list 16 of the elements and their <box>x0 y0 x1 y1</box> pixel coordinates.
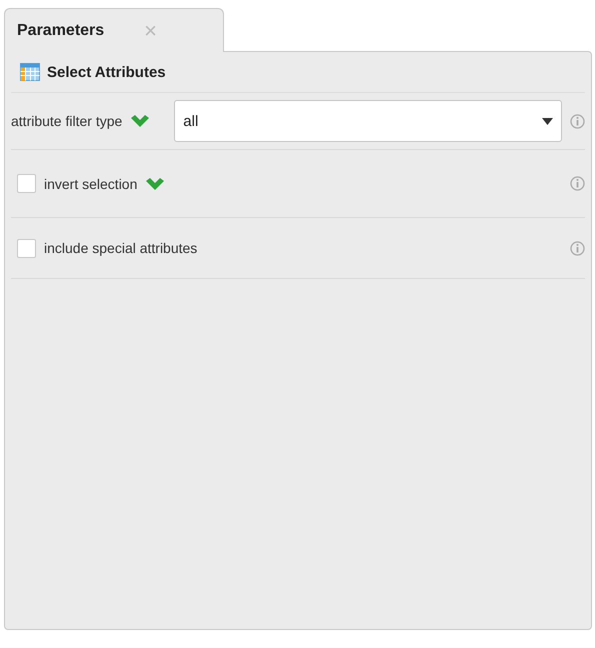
chevron-down-icon[interactable] <box>145 176 166 190</box>
checkbox-label: include special attributes <box>44 240 198 256</box>
section-title: Select Attributes <box>47 64 166 80</box>
parameter-label: attribute filter type <box>11 113 122 129</box>
checkbox-label: invert selection <box>44 176 138 192</box>
filter-type-dropdown[interactable]: all <box>174 100 562 142</box>
dropdown-caret-icon <box>542 118 553 124</box>
table-icon <box>20 63 40 81</box>
info-icon[interactable] <box>570 176 585 191</box>
parameters-tab[interactable]: Parameters × <box>4 8 224 52</box>
tab-label: Parameters <box>17 22 104 40</box>
chevron-down-icon[interactable] <box>130 114 150 128</box>
info-icon[interactable] <box>570 114 585 128</box>
checkbox[interactable] <box>17 174 36 193</box>
checkbox[interactable] <box>17 238 36 258</box>
info-icon[interactable] <box>570 240 585 256</box>
